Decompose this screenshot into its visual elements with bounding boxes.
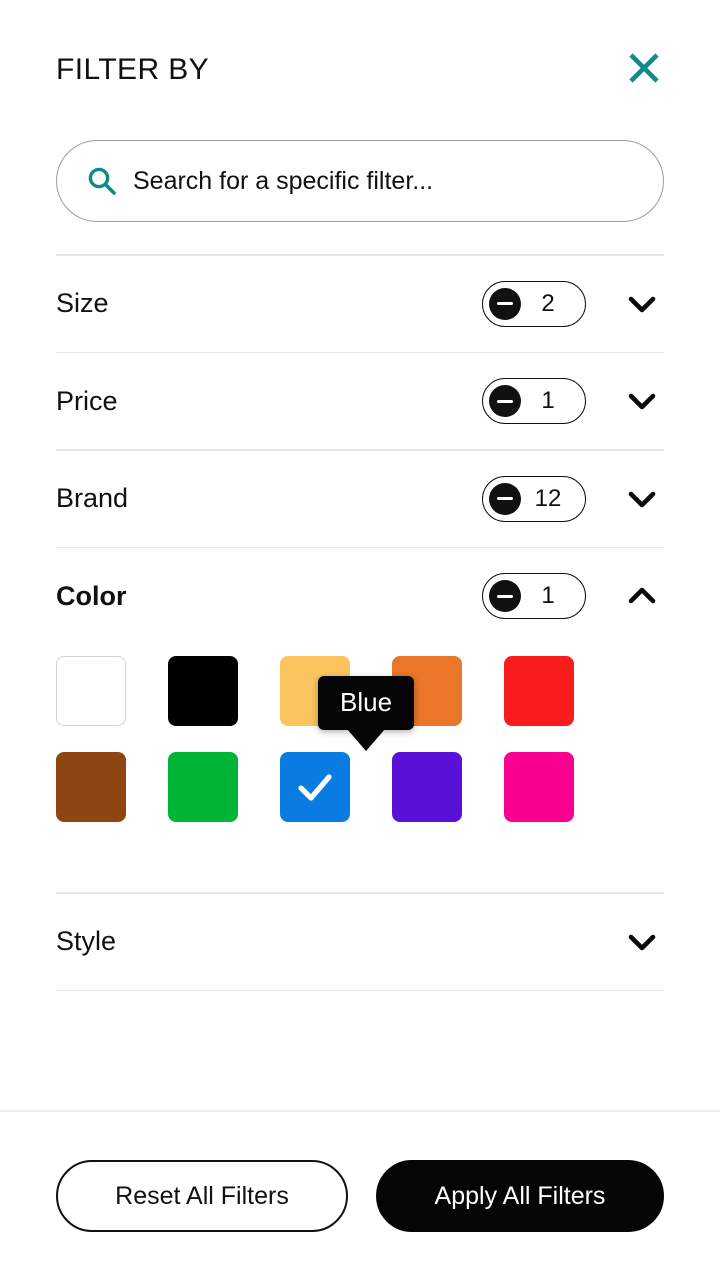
filter-row-style[interactable]: Style	[56, 894, 664, 990]
filter-label: Brand	[56, 483, 129, 513]
count-pill-brand[interactable]: 12	[482, 475, 586, 522]
count-pill-price[interactable]: 1	[482, 378, 586, 424]
panel-footer: Reset All Filters Apply All Filters	[0, 1110, 720, 1280]
filter-controls: 2	[482, 274, 664, 334]
filter-panel: FILTER BY Size	[0, 0, 720, 1280]
apply-all-filters-button[interactable]: Apply All Filters	[376, 1160, 664, 1232]
filter-controls: 12	[482, 469, 664, 529]
filter-row-size[interactable]: Size 2	[56, 256, 664, 352]
color-swatch-purple[interactable]	[392, 752, 462, 822]
close-icon	[624, 48, 664, 93]
count-pill-color[interactable]: 1	[482, 573, 586, 619]
filter-row-brand[interactable]: Brand 12	[56, 451, 664, 547]
minus-icon	[489, 287, 521, 320]
chevron-down-icon-brand[interactable]	[612, 469, 672, 529]
color-swatch-red[interactable]	[504, 656, 574, 726]
filter-controls: 1	[482, 371, 664, 431]
filter-row-color[interactable]: Color 1	[56, 548, 664, 644]
color-swatch-green[interactable]	[168, 752, 238, 822]
search-box[interactable]	[56, 140, 664, 222]
page-title: FILTER BY	[56, 53, 210, 86]
color-swatch-brown[interactable]	[56, 752, 126, 822]
chevron-up-icon-color[interactable]	[612, 566, 672, 626]
filter-label: Style	[56, 926, 117, 956]
color-swatch-pink[interactable]	[504, 752, 574, 822]
minus-icon	[489, 580, 521, 612]
filter-row-price[interactable]: Price 1	[56, 353, 664, 449]
filter-controls	[586, 912, 664, 972]
chevron-down-icon-style[interactable]	[612, 912, 672, 972]
chevron-down-icon-size[interactable]	[612, 274, 672, 334]
filter-label: Price	[56, 385, 118, 416]
minus-icon	[489, 482, 521, 515]
color-swatch-black[interactable]	[168, 656, 238, 726]
color-swatch-panel: Blue	[56, 644, 664, 892]
panel-header: FILTER BY	[0, 0, 720, 140]
minus-icon	[489, 385, 521, 417]
count-value: 12	[534, 484, 562, 512]
divider	[56, 989, 664, 991]
filter-controls: 1	[482, 566, 664, 626]
check-icon	[280, 752, 350, 822]
color-swatch-row	[56, 752, 664, 822]
close-button[interactable]	[618, 44, 670, 96]
color-tooltip: Blue	[318, 676, 415, 730]
count-value: 2	[541, 289, 555, 317]
count-value: 1	[541, 387, 555, 414]
color-swatch-white[interactable]	[56, 656, 126, 726]
search-icon	[85, 164, 119, 198]
filter-list: Size 2 Price 1	[0, 140, 720, 1110]
color-swatch-blue[interactable]	[280, 752, 350, 822]
count-pill-size[interactable]: 2	[482, 280, 586, 327]
filter-label: Color	[56, 580, 127, 611]
filter-label: Size	[56, 288, 109, 318]
chevron-down-icon-price[interactable]	[612, 371, 672, 431]
count-value: 1	[541, 582, 555, 609]
search-input[interactable]	[133, 166, 635, 196]
reset-all-filters-button[interactable]: Reset All Filters	[56, 1160, 348, 1232]
